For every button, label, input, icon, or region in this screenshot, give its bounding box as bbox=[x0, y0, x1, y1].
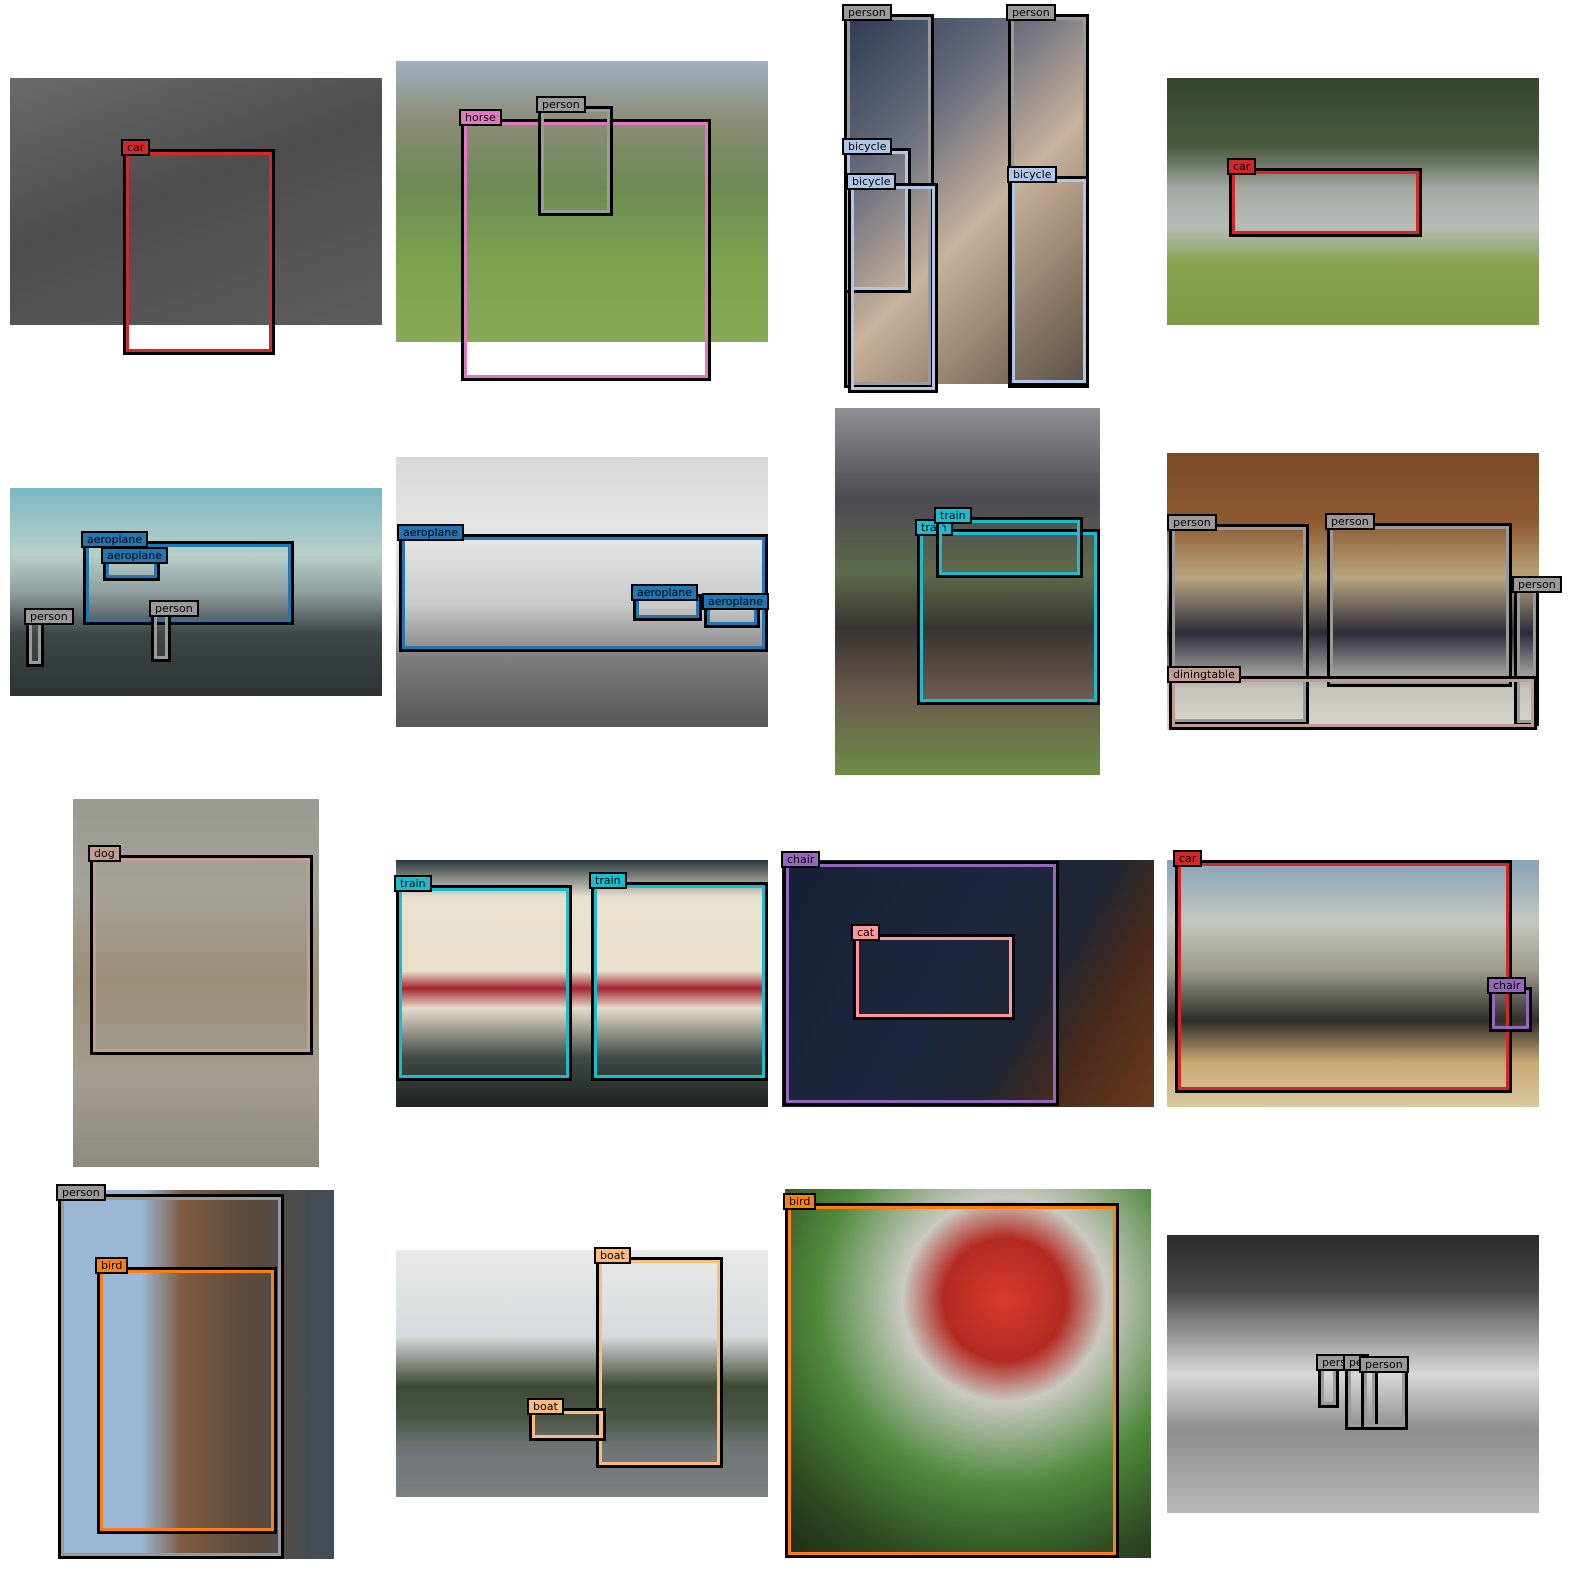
detection-label: person bbox=[1006, 4, 1056, 21]
detection-label: person bbox=[24, 608, 74, 625]
detection-label: bird bbox=[783, 1193, 817, 1210]
detection-label: diningtable bbox=[1167, 666, 1241, 683]
detection-label: train bbox=[394, 875, 432, 892]
grid-tile: car chair bbox=[1167, 850, 1539, 1107]
bounding-box-train bbox=[396, 885, 572, 1081]
grid-tile: horse person bbox=[396, 61, 768, 381]
detection-label: horse bbox=[459, 109, 502, 126]
detection-label: person bbox=[1167, 514, 1217, 531]
grid-tile: person bird bbox=[56, 1184, 334, 1559]
grid-tile: chair cat bbox=[781, 851, 1154, 1107]
detection-label: person bbox=[842, 4, 892, 21]
detection-label: boat bbox=[527, 1398, 564, 1415]
bounding-box-car bbox=[123, 149, 275, 355]
detection-label: car bbox=[121, 139, 151, 156]
detection-label: aeroplane bbox=[101, 547, 169, 564]
detection-label: cat bbox=[851, 924, 881, 941]
detection-label: bicycle bbox=[1007, 166, 1058, 183]
detection-label: dog bbox=[88, 845, 121, 862]
detection-label: bird bbox=[95, 1257, 129, 1274]
bounding-box-boat bbox=[596, 1257, 723, 1468]
detection-label: aeroplane bbox=[702, 593, 770, 610]
grid-tile: dog bbox=[73, 799, 319, 1167]
detection-label: aeroplane bbox=[631, 584, 699, 601]
bounding-box-train bbox=[591, 882, 768, 1081]
grid-tile: car bbox=[10, 78, 382, 355]
detection-label: train bbox=[934, 507, 972, 524]
grid-tile: aeroplane aeroplane aeroplane bbox=[396, 457, 770, 727]
bounding-box-person bbox=[1361, 1366, 1408, 1430]
detection-label: person bbox=[1325, 513, 1375, 530]
bounding-box-bicycle bbox=[848, 183, 938, 393]
grid-tile: pers pe person bbox=[1167, 1235, 1539, 1513]
grid-tile: person person person diningtable bbox=[1167, 453, 1562, 730]
bounding-box-bird bbox=[785, 1203, 1119, 1558]
detection-label: person bbox=[56, 1184, 106, 1201]
bounding-box-train bbox=[936, 517, 1083, 578]
detection-label: person bbox=[536, 96, 586, 113]
bounding-box-car bbox=[1175, 860, 1512, 1093]
bounding-box-person bbox=[1327, 523, 1512, 687]
detection-label: bicycle bbox=[842, 138, 893, 155]
detection-label: aeroplane bbox=[81, 531, 149, 548]
detection-label: person bbox=[1512, 576, 1562, 593]
bounding-box-person bbox=[151, 610, 171, 662]
grid-tile: car bbox=[1167, 78, 1539, 325]
detection-label: car bbox=[1173, 850, 1203, 867]
bounding-box-diningtable bbox=[1169, 676, 1537, 730]
bounding-box-person bbox=[538, 106, 613, 216]
detection-label: aeroplane bbox=[397, 524, 465, 541]
detection-label: person bbox=[149, 600, 199, 617]
grid-tile: train train bbox=[394, 860, 768, 1107]
detection-label: train bbox=[589, 872, 627, 889]
grid-tile: person person bicycle bicycle bicycle bbox=[842, 4, 1089, 393]
detection-label: chair bbox=[1487, 977, 1527, 994]
bounding-box-dog bbox=[90, 855, 313, 1055]
bounding-box-cat bbox=[853, 934, 1015, 1020]
grid-tile: train train bbox=[835, 408, 1100, 775]
grid-tile: boat boat bbox=[396, 1247, 768, 1497]
bounding-box-bird bbox=[97, 1267, 277, 1534]
detection-label: chair bbox=[781, 851, 821, 868]
bounding-box-person bbox=[26, 618, 44, 667]
detection-label: boat bbox=[594, 1247, 631, 1264]
detection-label: person bbox=[1359, 1356, 1409, 1373]
grid-tile: bird bbox=[783, 1189, 1151, 1558]
bounding-box-bicycle bbox=[1009, 176, 1089, 386]
grid-tile: aeroplane aeroplane person person bbox=[10, 488, 382, 696]
detection-label: car bbox=[1227, 158, 1257, 175]
bounding-box-car bbox=[1229, 168, 1422, 237]
detection-label: bicycle bbox=[846, 173, 897, 190]
